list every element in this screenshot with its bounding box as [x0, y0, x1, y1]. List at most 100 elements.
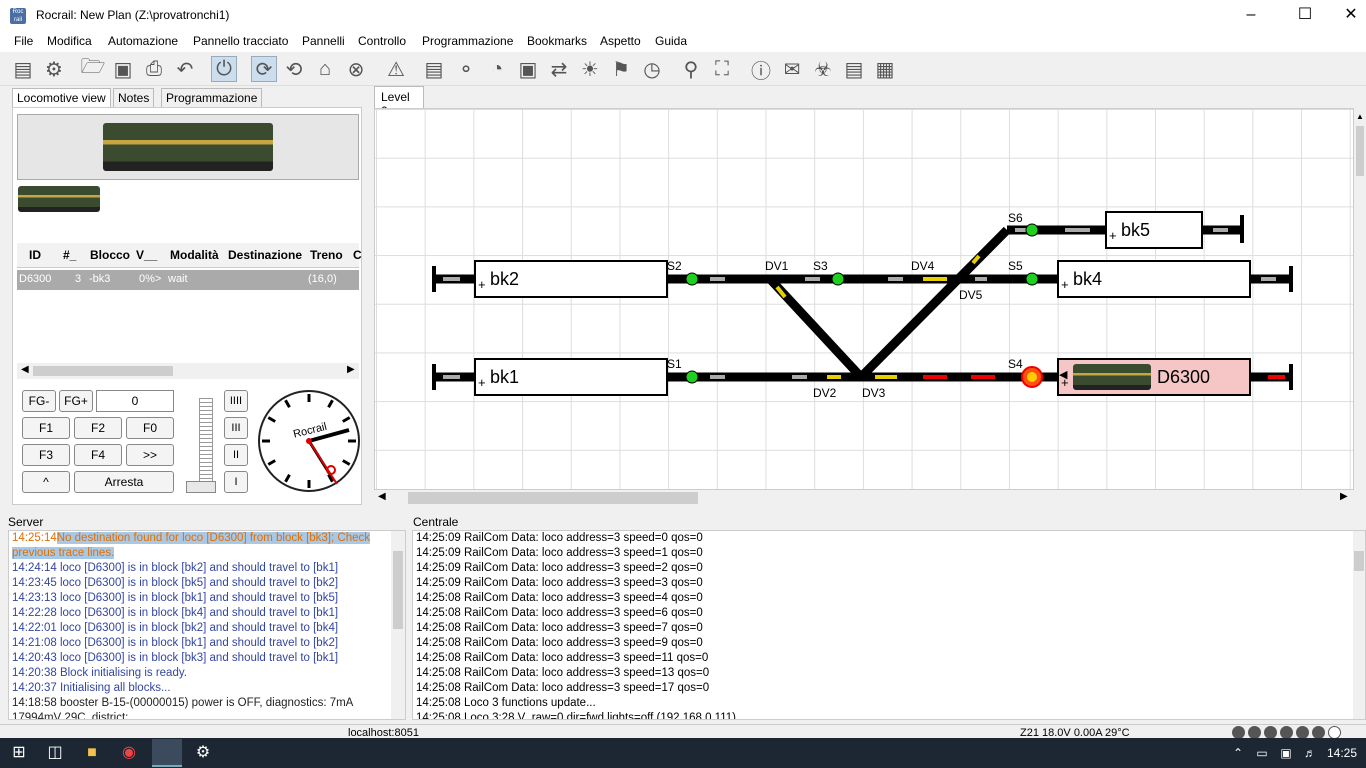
- tray-chevron-icon[interactable]: ⌃: [1227, 742, 1249, 764]
- maximize-button[interactable]: ☐: [1282, 0, 1328, 32]
- tab-locomotive-view[interactable]: Locomotive view: [12, 88, 111, 107]
- menu-guida[interactable]: Guida: [655, 34, 687, 48]
- f0-button[interactable]: F0: [126, 417, 174, 439]
- speed-slider-track[interactable]: [199, 398, 213, 482]
- tab-notes[interactable]: Notes: [113, 88, 155, 107]
- menu-pannelli[interactable]: Pannelli: [302, 34, 345, 48]
- taskbar-clock[interactable]: 14:25: [1327, 746, 1357, 760]
- windows-start-icon[interactable]: ⊞: [8, 742, 30, 764]
- server-log-scrollbar[interactable]: [391, 531, 405, 719]
- menu-pannello-tracciato[interactable]: Pannello tracciato: [193, 34, 288, 48]
- scroll-left-icon[interactable]: ◀: [378, 491, 386, 502]
- centrale-log[interactable]: 14:25:09 RailCom Data: loco address=3 sp…: [412, 530, 1366, 720]
- block-bk2[interactable]: + bk2: [474, 260, 668, 298]
- file-explorer-icon[interactable]: ■: [81, 742, 103, 764]
- stop-all-icon[interactable]: ⊗: [343, 56, 369, 82]
- documents-icon[interactable]: ▦: [872, 56, 898, 82]
- auto-mode-icon[interactable]: ⟳: [251, 56, 277, 82]
- scroll-thumb[interactable]: [408, 492, 698, 504]
- chat-icon[interactable]: ✉: [779, 56, 805, 82]
- col-v[interactable]: V__: [136, 248, 157, 262]
- menu-aspetto[interactable]: Aspetto: [600, 34, 641, 48]
- gears-icon[interactable]: ⚙: [41, 56, 67, 82]
- task-view-icon[interactable]: ◫: [44, 742, 66, 764]
- turnout-icon[interactable]: ⚬: [453, 56, 479, 82]
- reset-icon[interactable]: ⟲: [281, 56, 307, 82]
- document-icon[interactable]: ▤: [841, 56, 867, 82]
- speedometer-icon[interactable]: ◔: [484, 56, 510, 82]
- plan-vertical-scrollbar[interactable]: ▲: [1354, 108, 1366, 490]
- gear-1-button[interactable]: I: [224, 471, 248, 493]
- f3-button[interactable]: F3: [22, 444, 70, 466]
- scroll-thumb[interactable]: [33, 366, 173, 376]
- col-modalita[interactable]: Modalità: [170, 248, 219, 262]
- connect-icon[interactable]: ▤: [10, 56, 36, 82]
- network-icon[interactable]: ▣: [515, 56, 541, 82]
- menu-modifica[interactable]: Modifica: [47, 34, 92, 48]
- power-icon[interactable]: ⏻: [211, 56, 237, 82]
- bug-icon[interactable]: ☣: [810, 56, 836, 82]
- next-functions-button[interactable]: >>: [126, 444, 174, 466]
- col-id[interactable]: ID: [29, 248, 41, 262]
- flags-icon[interactable]: ⚑: [608, 56, 634, 82]
- info-icon[interactable]: ⓘ: [748, 56, 774, 83]
- menu-bookmarks[interactable]: Bookmarks: [527, 34, 587, 48]
- tray-battery-icon[interactable]: ▭: [1251, 742, 1273, 764]
- centrale-log-scrollbar[interactable]: [1353, 531, 1365, 719]
- gear-2-button[interactable]: II: [224, 444, 248, 466]
- close-button[interactable]: ✕: [1328, 0, 1366, 32]
- menu-programmazione[interactable]: Programmazione: [422, 34, 513, 48]
- clock-icon[interactable]: ◷: [639, 56, 665, 82]
- fullscreen-icon[interactable]: ⛶: [709, 56, 735, 82]
- app-task-icon[interactable]: ⚙: [192, 742, 214, 764]
- shuffle-icon[interactable]: ⇄: [546, 56, 572, 82]
- scroll-thumb[interactable]: [1356, 126, 1364, 176]
- scroll-right-icon[interactable]: ▶: [1340, 491, 1348, 502]
- open-folder-icon[interactable]: 🗁: [80, 56, 106, 82]
- col-c[interactable]: C: [353, 248, 362, 262]
- col-treno[interactable]: Treno: [310, 248, 343, 262]
- f4-button[interactable]: F4: [74, 444, 122, 466]
- gear-3-button[interactable]: III: [224, 417, 248, 439]
- gear-4-button[interactable]: IIII: [224, 390, 248, 412]
- fg-plus-button[interactable]: FG+: [59, 390, 93, 412]
- block-bk4[interactable]: + bk4: [1057, 260, 1251, 298]
- server-log[interactable]: 14:25:14No destination found for loco [D…: [8, 530, 406, 720]
- track-plan[interactable]: + bk2 + bk1 + bk4 + bk5 + ◀ D6300 S2 DV1 S3 …: [374, 108, 1354, 490]
- menu-file[interactable]: File: [14, 34, 33, 48]
- scroll-right-icon[interactable]: ▶: [347, 364, 355, 375]
- train-icon[interactable]: ▤: [421, 56, 447, 82]
- scroll-up-icon[interactable]: ▲: [1356, 112, 1364, 121]
- menu-automazione[interactable]: Automazione: [108, 34, 178, 48]
- undo-icon[interactable]: ↶: [172, 56, 198, 82]
- light-icon[interactable]: ☀: [577, 56, 603, 82]
- block-bk5[interactable]: + bk5: [1105, 211, 1203, 249]
- speed-slider-handle[interactable]: [186, 481, 216, 493]
- tab-level-0[interactable]: Level 0: [374, 86, 424, 118]
- col-destinazione[interactable]: Destinazione: [228, 248, 302, 262]
- print-icon[interactable]: ⎙: [141, 56, 167, 82]
- warning-icon[interactable]: ⚠: [383, 56, 409, 82]
- zoom-icon[interactable]: ⚲: [678, 56, 704, 82]
- scroll-thumb[interactable]: [1354, 551, 1364, 571]
- plan-horizontal-scrollbar[interactable]: ◀ ▶: [374, 490, 1354, 506]
- save-icon[interactable]: ▣: [110, 56, 136, 82]
- speed-field[interactable]: 0: [96, 390, 174, 412]
- rocrail-task-icon[interactable]: [152, 739, 182, 767]
- loco-thumbnail[interactable]: [18, 186, 100, 212]
- minimize-button[interactable]: –: [1228, 0, 1274, 32]
- tab-programmazione[interactable]: Programmazione: [161, 88, 263, 107]
- home-icon[interactable]: ⌂: [312, 56, 338, 82]
- f2-button[interactable]: F2: [74, 417, 122, 439]
- scroll-thumb[interactable]: [393, 551, 403, 629]
- menu-controllo[interactable]: Controllo: [358, 34, 406, 48]
- block-occupied-d6300[interactable]: + ◀ D6300: [1057, 358, 1251, 396]
- scroll-left-icon[interactable]: ◀: [21, 364, 29, 375]
- stop-button[interactable]: Arresta: [74, 471, 174, 493]
- block-bk1[interactable]: + bk1: [474, 358, 668, 396]
- tray-volume-icon[interactable]: ♬: [1299, 742, 1321, 764]
- loco-table-scrollbar[interactable]: ◀ ▶: [17, 363, 359, 379]
- fg-minus-button[interactable]: FG-: [22, 390, 56, 412]
- f1-button[interactable]: F1: [22, 417, 70, 439]
- tray-network-icon[interactable]: ▣: [1275, 742, 1297, 764]
